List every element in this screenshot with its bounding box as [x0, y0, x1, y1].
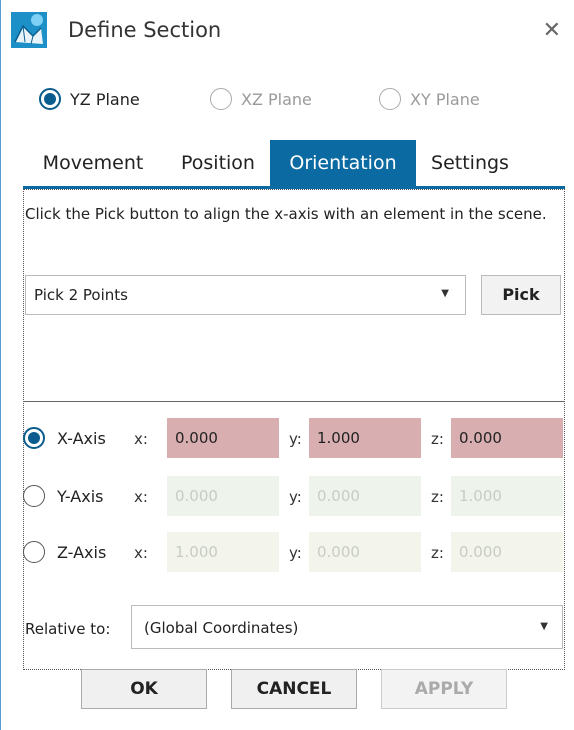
chevron-down-icon: ▼: [441, 288, 449, 299]
y-coord-label: y:: [289, 488, 302, 506]
ok-button[interactable]: OK: [81, 669, 207, 709]
tab-position[interactable]: Position: [168, 140, 268, 186]
tab-orientation[interactable]: Orientation: [270, 140, 416, 186]
z-axis-x-field[interactable]: 1.000: [167, 532, 279, 572]
radio-label: YZ Plane: [70, 89, 140, 109]
tab-bar: Movement Position Orientation Settings: [23, 140, 565, 188]
network-mesh-icon: [11, 12, 47, 48]
pick-mode-value: Pick 2 Points: [34, 286, 128, 304]
divider: [23, 401, 565, 402]
relative-to-value: (Global Coordinates): [144, 619, 299, 637]
axis-row-y: Y-Axis x: 0.000 y: 0.000 z: 1.000: [23, 476, 565, 516]
relative-to-dropdown[interactable]: (Global Coordinates) ▼: [131, 605, 563, 649]
pick-mode-dropdown[interactable]: Pick 2 Points ▼: [25, 275, 466, 315]
radio-circle: [210, 88, 232, 110]
radio-xy-plane[interactable]: XY Plane: [379, 88, 480, 110]
cancel-button[interactable]: CANCEL: [231, 669, 357, 709]
radio-label: XZ Plane: [241, 89, 312, 109]
radio-circle: [379, 88, 401, 110]
z-axis-y-field[interactable]: 0.000: [309, 532, 421, 572]
radio-circle: [39, 88, 61, 110]
y-axis-y-field[interactable]: 0.000: [309, 476, 421, 516]
chevron-down-icon: ▼: [540, 621, 548, 632]
radio-y-axis[interactable]: Y-Axis: [23, 485, 104, 507]
axis-row-x: X-Axis x: 0.000 y: 1.000 z: 0.000: [23, 418, 565, 458]
x-axis-x-field[interactable]: 0.000: [167, 418, 279, 458]
radio-circle: [23, 541, 45, 563]
x-coord-label: x:: [134, 430, 148, 448]
z-coord-label: z:: [431, 544, 444, 562]
y-axis-z-field[interactable]: 1.000: [451, 476, 563, 516]
x-coord-label: x:: [134, 488, 148, 506]
plane-selector: YZ Plane XZ Plane XY Plane: [1, 88, 574, 118]
tab-movement[interactable]: Movement: [23, 140, 163, 186]
z-axis-z-field[interactable]: 0.000: [451, 532, 563, 572]
pick-button[interactable]: Pick: [481, 275, 561, 315]
close-icon[interactable]: ✕: [543, 18, 561, 43]
window-title: Define Section: [68, 18, 222, 42]
relative-to-label: Relative to:: [25, 620, 111, 638]
x-coord-label: x:: [134, 544, 148, 562]
apply-button[interactable]: APPLY: [381, 669, 507, 709]
y-coord-label: y:: [289, 544, 302, 562]
axis-label: X-Axis: [57, 428, 106, 448]
axis-label: Y-Axis: [57, 486, 104, 506]
y-coord-label: y:: [289, 430, 302, 448]
radio-circle: [23, 427, 45, 449]
define-section-dialog: Define Section ✕ YZ Plane XZ Plane XY Pl…: [0, 0, 574, 730]
radio-x-axis[interactable]: X-Axis: [23, 427, 106, 449]
axis-row-z: Z-Axis x: 1.000 y: 0.000 z: 0.000: [23, 532, 565, 572]
radio-z-axis[interactable]: Z-Axis: [23, 541, 106, 563]
z-coord-label: z:: [431, 430, 444, 448]
radio-xz-plane[interactable]: XZ Plane: [210, 88, 312, 110]
y-axis-x-field[interactable]: 0.000: [167, 476, 279, 516]
tab-settings[interactable]: Settings: [419, 140, 521, 186]
radio-yz-plane[interactable]: YZ Plane: [39, 88, 140, 110]
z-coord-label: z:: [431, 488, 444, 506]
title-bar: Define Section ✕: [1, 0, 574, 64]
radio-circle: [23, 485, 45, 507]
radio-label: XY Plane: [410, 89, 480, 109]
x-axis-z-field[interactable]: 0.000: [451, 418, 563, 458]
x-axis-y-field[interactable]: 1.000: [309, 418, 421, 458]
pick-hint-text: Click the Pick button to align the x-axi…: [25, 205, 547, 223]
axis-label: Z-Axis: [57, 542, 107, 562]
